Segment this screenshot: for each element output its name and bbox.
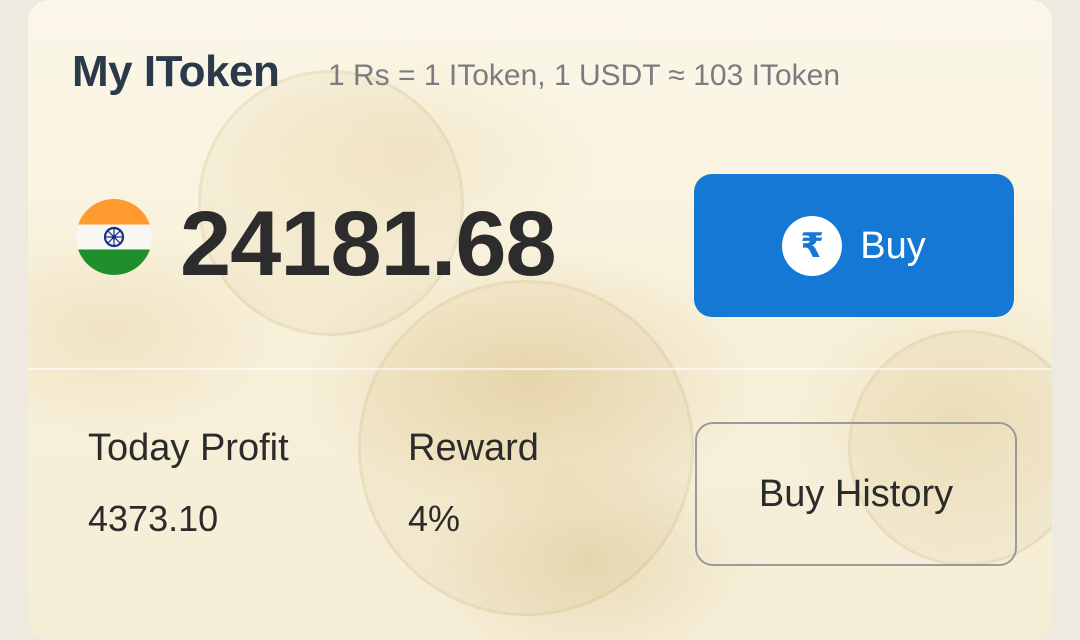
page-title: My IToken [72,47,280,96]
buy-button[interactable]: ₹ Buy [694,174,1014,317]
itoken-card: My IToken 1 Rs = 1 IToken, 1 USDT ≈ 103 … [28,0,1052,640]
buy-history-label: Buy History [758,473,954,515]
buy-button-label: Buy [860,224,926,267]
exchange-rate-text: 1 Rs = 1 IToken, 1 USDT ≈ 103 IToken [328,59,841,92]
today-profit-value: 4373.10 [88,498,219,539]
reward-label: Reward [408,427,539,469]
divider [28,368,1052,370]
reward-value: 4% [408,498,461,539]
balance-amount: 24181.68 [180,193,557,295]
india-flag-icon [76,199,152,275]
buy-history-button[interactable]: Buy History [695,422,1017,566]
rupee-icon: ₹ [782,215,843,276]
today-profit-label: Today Profit [88,427,289,469]
